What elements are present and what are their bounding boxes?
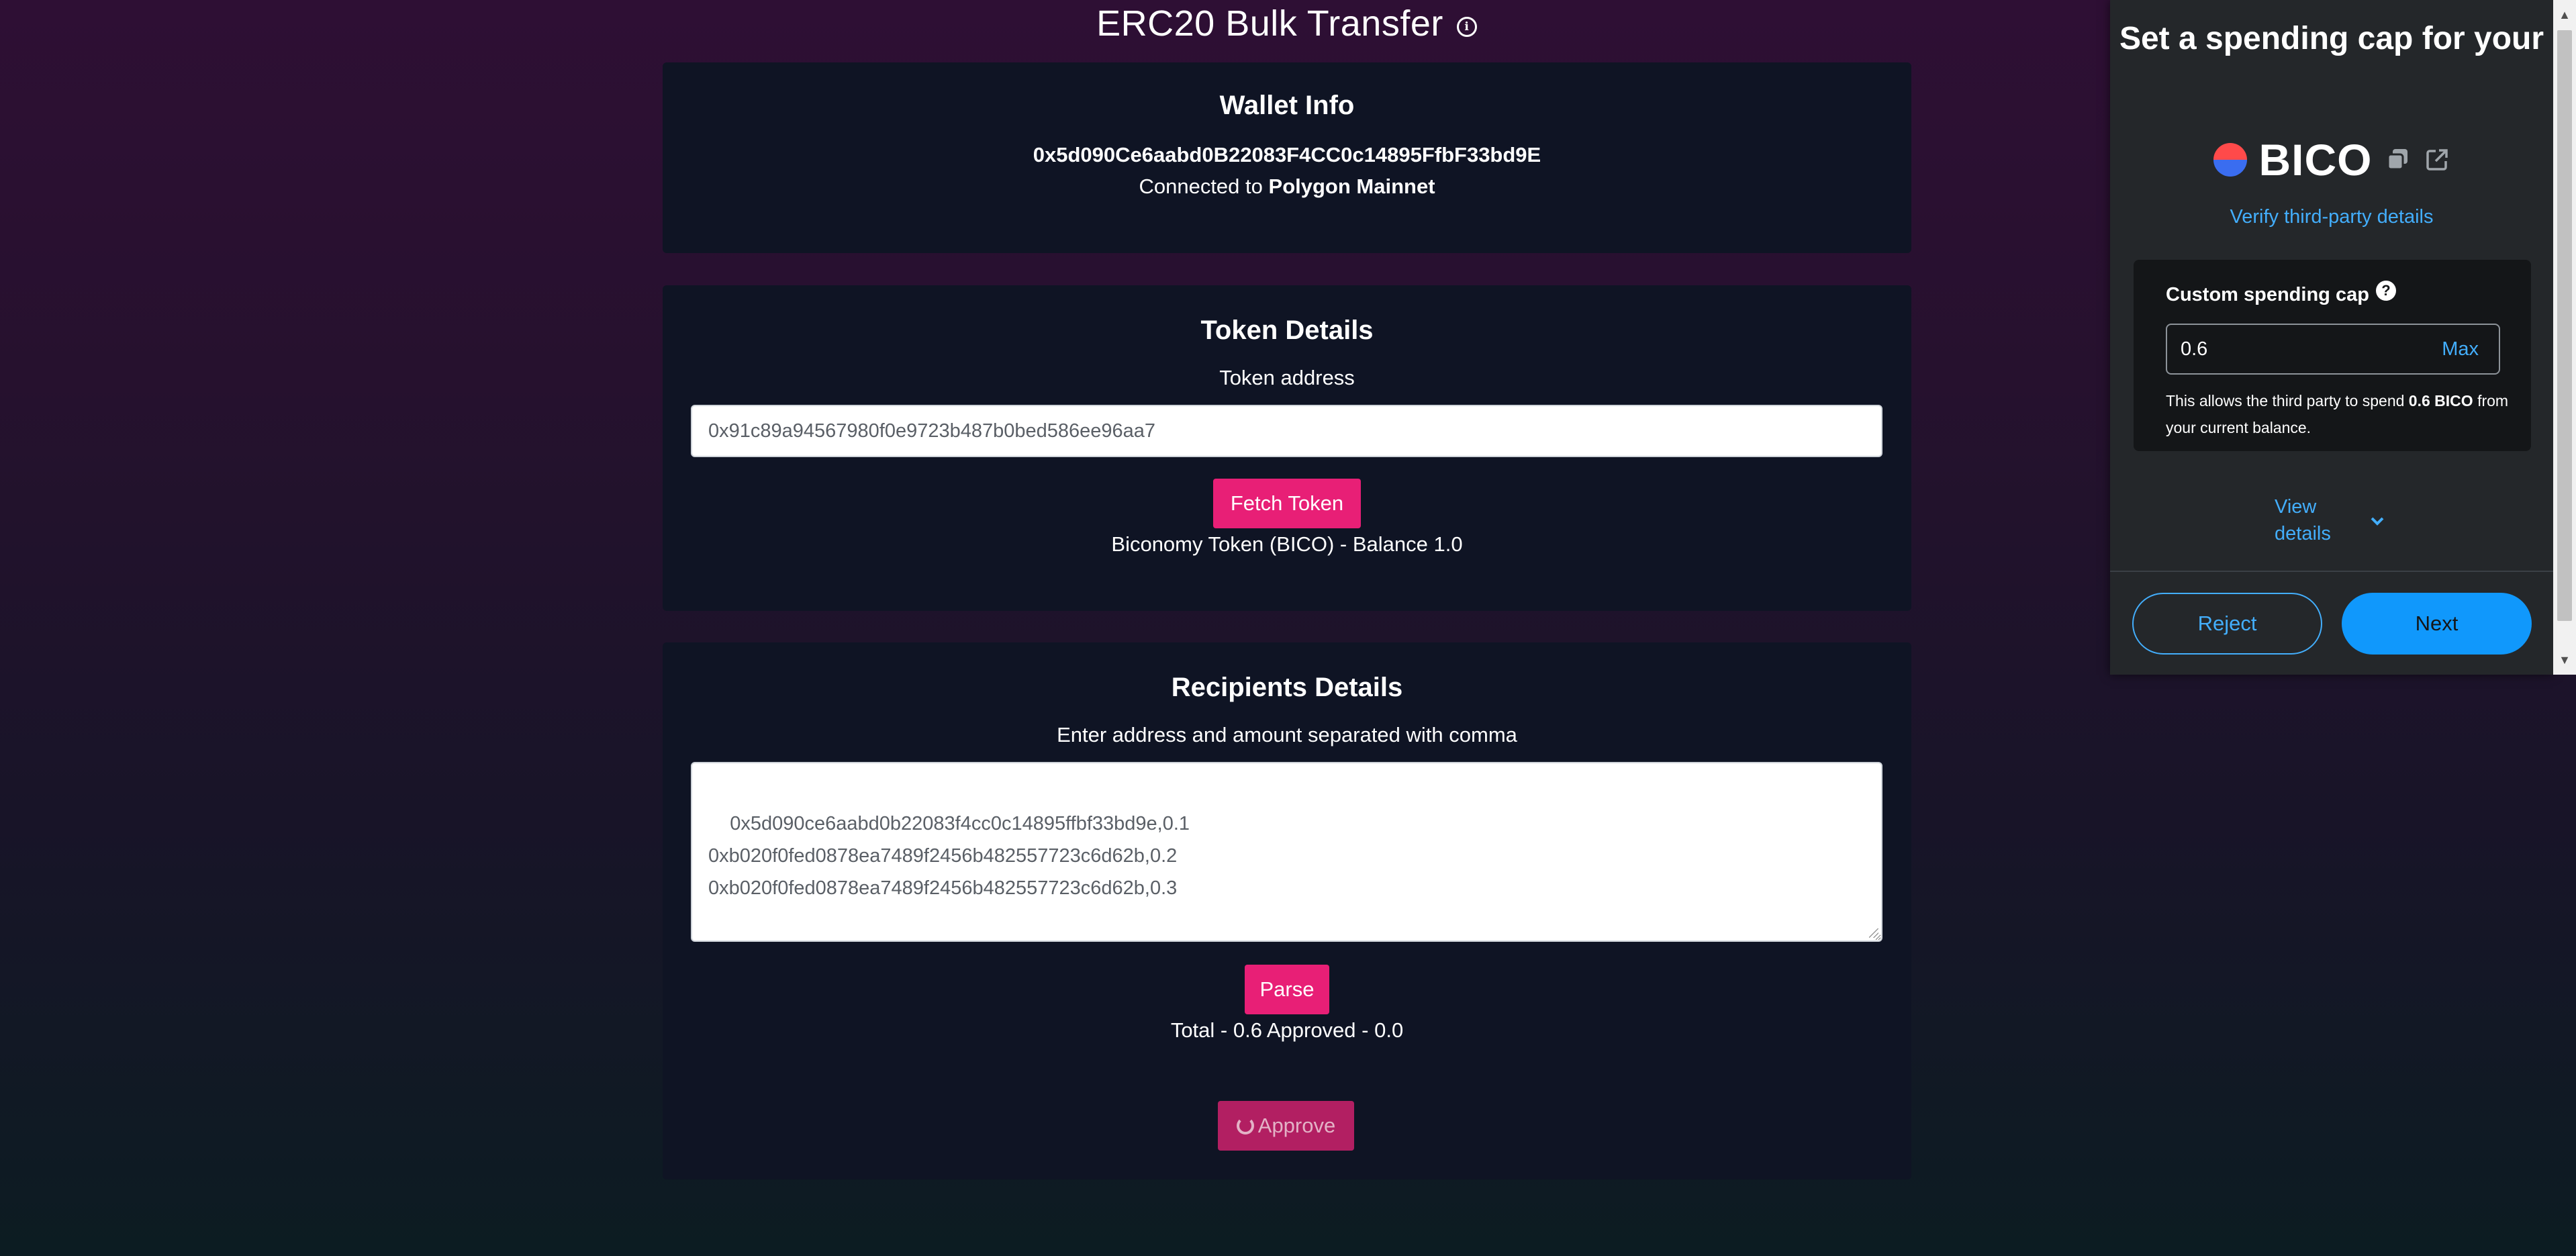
token-address-input[interactable]: 0x91c89a94567980f0e9723b487b0bed586ee96a… (691, 405, 1882, 457)
page-title: ERC20 Bulk Transfer (1096, 3, 1443, 44)
view-details-label: View details (2275, 496, 2331, 544)
next-button[interactable]: Next (2342, 593, 2532, 655)
token-details-card: Token Details Token address 0x91c89a9456… (663, 285, 1911, 611)
network-name: Polygon Mainnet (1268, 175, 1435, 198)
parse-button[interactable]: Parse (1245, 965, 1329, 1014)
info-icon[interactable]: i (1456, 17, 1477, 37)
approve-button-label: Approve (1257, 1114, 1336, 1137)
help-icon[interactable]: ? (2375, 280, 2396, 301)
scroll-up-icon[interactable]: ▲ (2553, 3, 2576, 27)
spending-cap-title: Set a spending cap for your (2119, 21, 2544, 56)
copy-icon[interactable] (2385, 146, 2412, 173)
token-identity-row: BICO (2110, 134, 2553, 185)
popup-scrollbar[interactable]: ▲ ▼ (2553, 0, 2576, 675)
footer-divider (2110, 571, 2553, 572)
spending-cap-value: 0.6 (2181, 338, 2208, 360)
cap-label-text: Custom spending cap (2166, 284, 2369, 305)
metamask-popup: Set a spending cap for your BICO Verify … (2110, 0, 2553, 675)
desc-prefix: This allows the third party to spend (2166, 392, 2405, 409)
wallet-info-card: Wallet Info 0x5d090Ce6aabd0B22083F4CC0c1… (663, 62, 1911, 253)
view-details-link[interactable]: View details (2275, 493, 2348, 547)
totals-text: Total - 0.6 Approved - 0.0 (1170, 1018, 1404, 1042)
wallet-info-heading: Wallet Info (1219, 91, 1355, 120)
connected-prefix: Connected to (1139, 175, 1263, 198)
token-result: Biconomy Token (BICO) - Balance 1.0 (1111, 532, 1463, 556)
spending-cap-description: This allows the third party to spend 0.6… (2166, 387, 2515, 441)
approve-button[interactable]: Approve (1218, 1101, 1354, 1151)
recipients-heading: Recipients Details (1171, 673, 1403, 702)
desc-amount: 0.6 BICO (2408, 392, 2473, 409)
scroll-down-icon[interactable]: ▼ (2553, 648, 2576, 672)
verify-third-party-link[interactable]: Verify third-party details (2110, 206, 2553, 228)
custom-spending-cap-label: Custom spending cap ? (2166, 280, 2396, 306)
token-symbol: BICO (2258, 135, 2373, 185)
loading-spinner-icon (1236, 1117, 1254, 1134)
recipients-textarea[interactable]: 0x5d090ce6aabd0b22083f4cc0c14895ffbf33bd… (691, 762, 1882, 942)
token-details-heading: Token Details (1200, 316, 1374, 345)
token-address-label: Token address (1219, 366, 1355, 389)
recipients-text: 0x5d090ce6aabd0b22083f4cc0c14895ffbf33bd… (708, 813, 1190, 899)
max-button[interactable]: Max (2442, 338, 2479, 360)
recipients-details-card: Recipients Details Enter address and amo… (663, 642, 1911, 1179)
scroll-thumb[interactable] (2557, 30, 2572, 621)
chevron-down-icon[interactable] (2369, 510, 2385, 531)
wallet-network-status: Connected to Polygon Mainnet (663, 175, 1911, 199)
token-logo-icon (2213, 143, 2247, 177)
spending-cap-input[interactable]: 0.6 Max (2166, 324, 2500, 375)
custom-spending-cap-box: Custom spending cap ? 0.6 Max This allow… (2134, 260, 2531, 451)
reject-button[interactable]: Reject (2132, 593, 2322, 655)
external-link-icon[interactable] (2424, 146, 2450, 173)
resize-grip-icon[interactable] (1869, 928, 1878, 938)
wallet-address: 0x5d090Ce6aabd0B22083F4CC0c14895FfbF33bd… (1033, 143, 1541, 166)
page-title-row: ERC20 Bulk Transfer i (671, 0, 1902, 47)
fetch-token-button[interactable]: Fetch Token (1213, 479, 1361, 528)
recipients-instructions: Enter address and amount separated with … (1057, 723, 1517, 746)
